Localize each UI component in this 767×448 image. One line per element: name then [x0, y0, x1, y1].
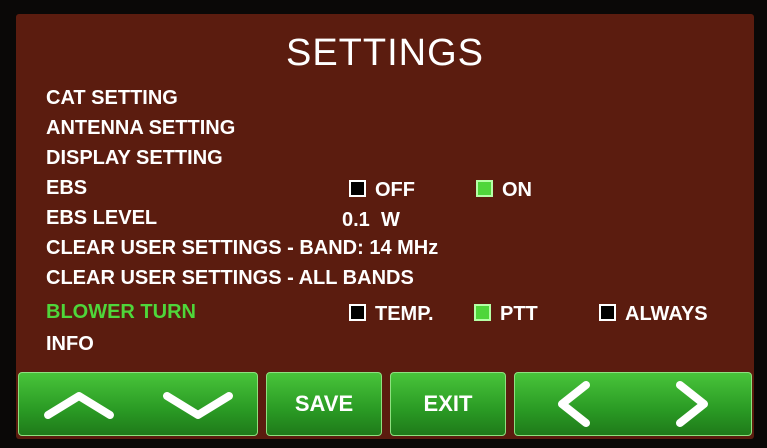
blower-ptt-checkbox[interactable]	[474, 304, 491, 321]
blower-temp-option[interactable]: TEMP.	[349, 302, 434, 326]
menu-item-clear-all-bands[interactable]: CLEAR USER SETTINGS - ALL BANDS	[46, 266, 414, 290]
blower-ptt-option[interactable]: PTT	[474, 302, 538, 326]
ebs-on-option[interactable]: ON	[476, 178, 532, 202]
menu-item-cat-setting[interactable]: CAT SETTING	[46, 86, 178, 110]
menu-item-ebs-level[interactable]: EBS LEVEL	[46, 206, 157, 230]
save-button-label: SAVE	[294, 391, 354, 416]
settings-screen: SETTINGS CAT SETTING ANTENNA SETTING DIS…	[16, 14, 754, 439]
menu-item-clear-band[interactable]: CLEAR USER SETTINGS - BAND: 14 MHz	[46, 236, 438, 260]
previous-button[interactable]	[552, 379, 596, 429]
ebs-off-label: OFF	[375, 179, 415, 201]
menu-item-blower-turn[interactable]: BLOWER TURN	[46, 300, 196, 324]
blower-ptt-label: PTT	[500, 303, 538, 325]
menu-item-display-setting[interactable]: DISPLAY SETTING	[46, 146, 223, 170]
chevron-down-icon	[162, 392, 233, 419]
save-button[interactable]: SAVE	[266, 372, 382, 436]
scroll-up-button[interactable]	[42, 387, 116, 421]
up-down-button-group	[18, 372, 258, 436]
ebs-off-option[interactable]: OFF	[349, 178, 415, 202]
blower-always-label: ALWAYS	[625, 303, 708, 325]
exit-button[interactable]: EXIT	[390, 372, 506, 436]
exit-button-label: EXIT	[423, 391, 473, 416]
bottom-toolbar: SAVE EXIT	[16, 372, 754, 439]
ebs-off-checkbox[interactable]	[349, 180, 366, 197]
ebs-level-value[interactable]: 0.1 W	[342, 208, 400, 232]
left-right-button-group	[514, 372, 752, 436]
blower-always-option[interactable]: ALWAYS	[599, 302, 708, 326]
chevron-right-icon	[676, 381, 708, 427]
blower-temp-checkbox[interactable]	[349, 304, 366, 321]
blower-always-checkbox[interactable]	[599, 304, 616, 321]
ebs-on-label: ON	[502, 179, 532, 201]
menu-item-antenna-setting[interactable]: ANTENNA SETTING	[46, 116, 235, 140]
next-button[interactable]	[670, 379, 714, 429]
ebs-level-number: 0.1	[342, 209, 370, 231]
ebs-on-checkbox[interactable]	[476, 180, 493, 197]
blower-temp-label: TEMP.	[375, 303, 434, 325]
chevron-left-icon	[558, 381, 590, 427]
ebs-level-unit: W	[380, 209, 400, 231]
scroll-down-button[interactable]	[161, 387, 235, 421]
menu-item-info[interactable]: INFO	[46, 332, 94, 356]
chevron-up-icon	[43, 392, 114, 419]
menu-item-ebs[interactable]: EBS	[46, 176, 87, 200]
page-title: SETTINGS	[285, 32, 485, 74]
